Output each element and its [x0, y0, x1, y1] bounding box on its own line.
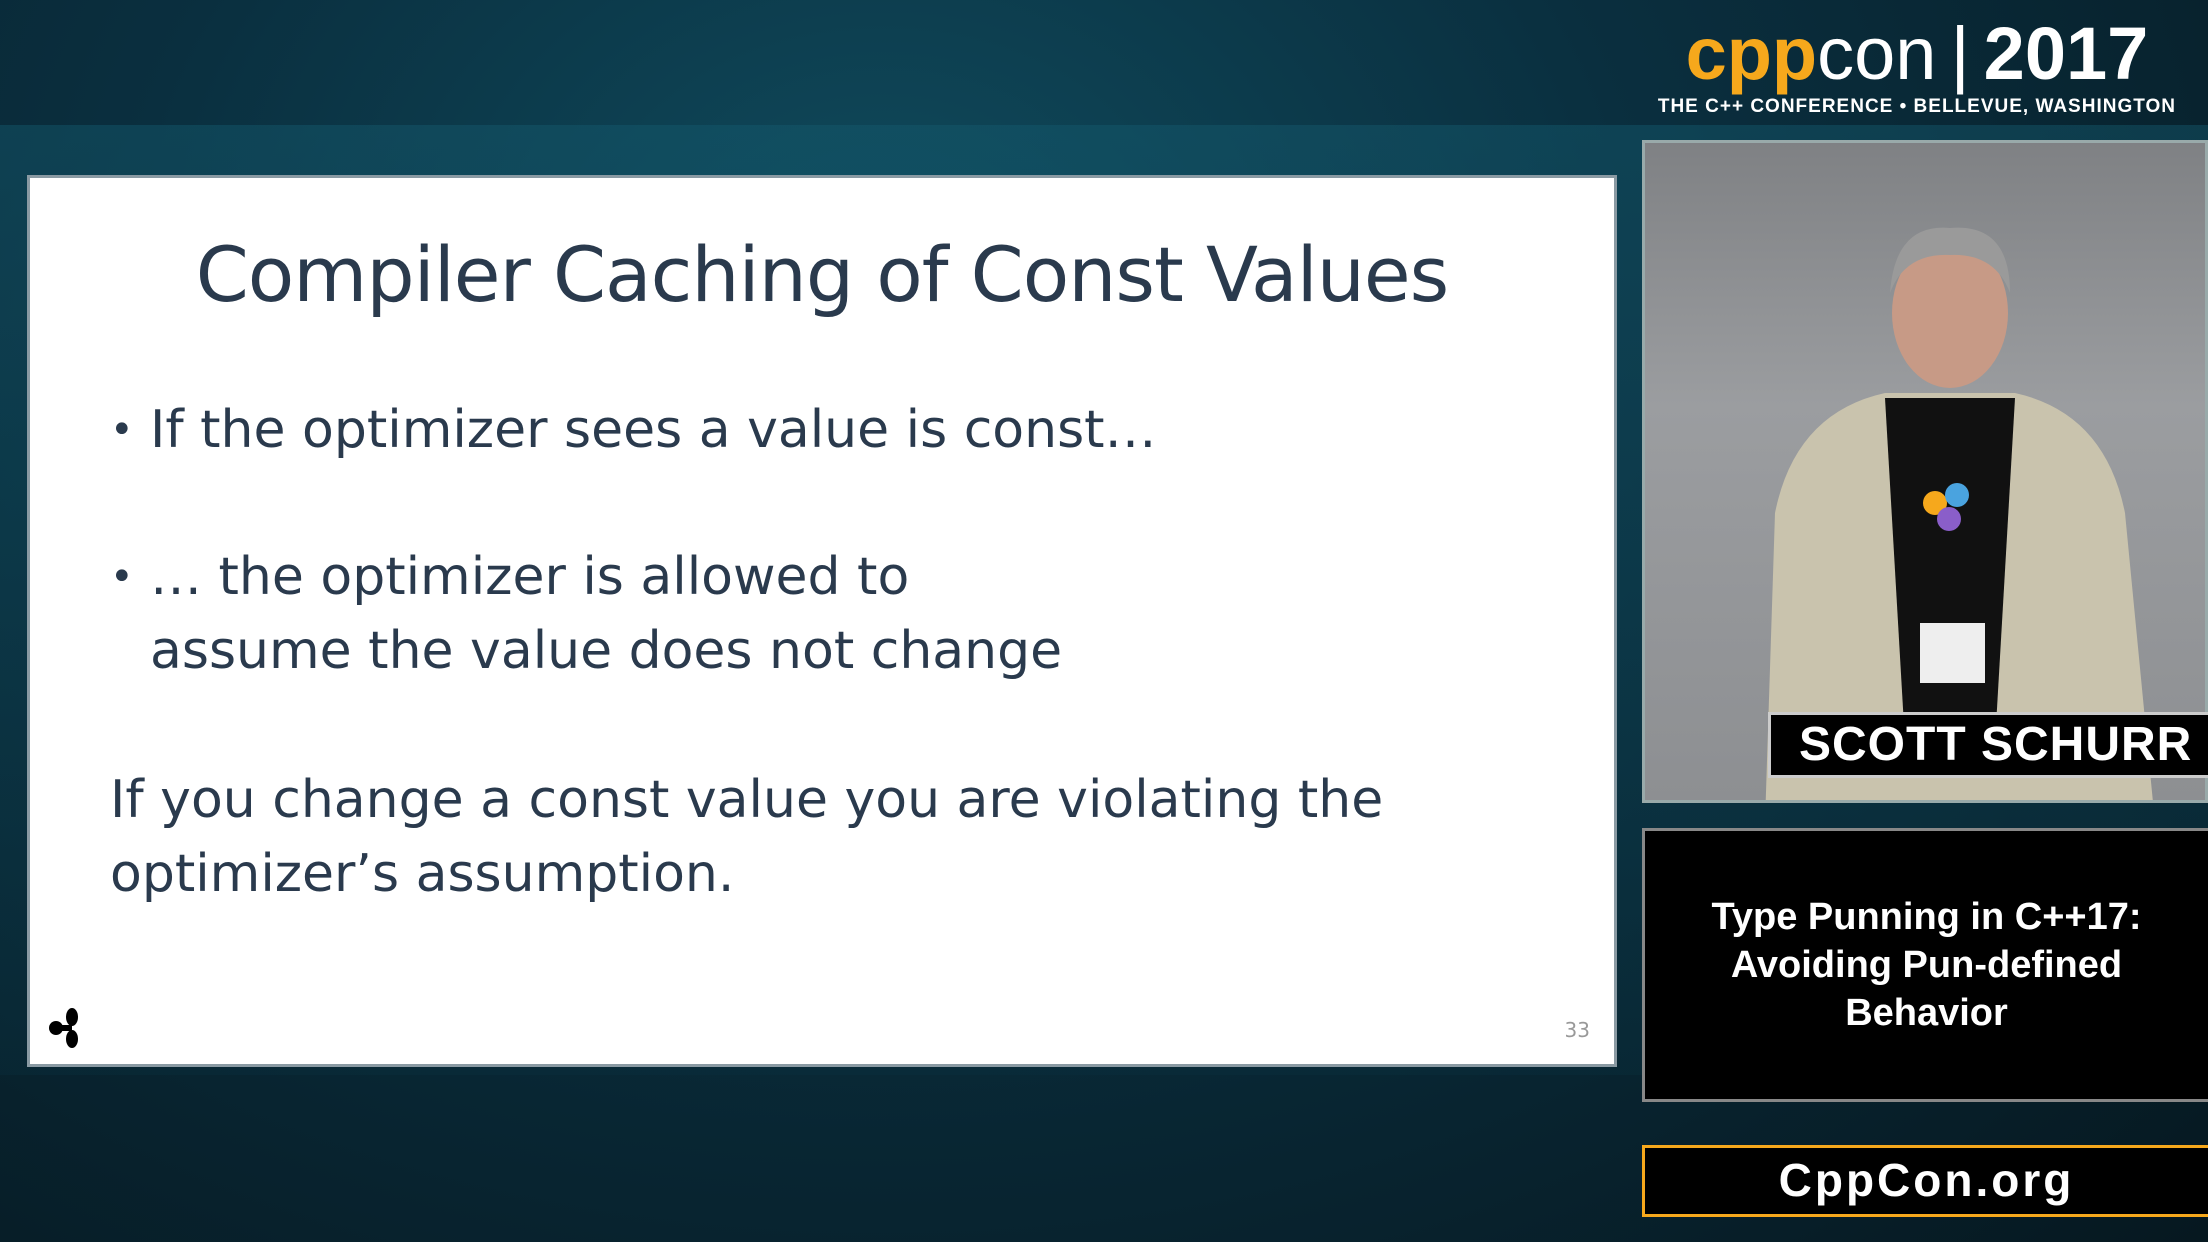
bullet-item: • If the optimizer sees a value is const… — [110, 393, 1510, 467]
speaker-video — [1642, 140, 2208, 803]
logo-year: 2017 — [1983, 12, 2149, 95]
logo-cpp: cpp — [1685, 12, 1818, 95]
bullet-text: … the optimizer is allowed to assume the… — [150, 547, 1063, 681]
bullet-text: If the optimizer sees a value is const… — [150, 400, 1157, 460]
speaker-name: SCOTT SCHURR — [1768, 712, 2208, 778]
logo-con: con — [1817, 12, 1937, 95]
slide-title: Compiler Caching of Const Values — [195, 230, 1450, 319]
bullet-dot: • — [110, 407, 134, 453]
page-number: 33 — [1564, 1018, 1590, 1042]
talk-title: Type Punning in C++17: Avoiding Pun-defi… — [1711, 896, 2142, 1034]
talk-title-box: Type Punning in C++17: Avoiding Pun-defi… — [1642, 828, 2208, 1102]
four-leaf-logo-icon — [49, 1008, 78, 1048]
bullet-dot: • — [110, 554, 134, 600]
cppcon-website: CppCon.org — [1642, 1145, 2208, 1217]
speaker-figure — [1765, 227, 2153, 800]
slide-paragraph: If you change a const value you are viol… — [110, 770, 1384, 904]
presentation-slide: Compiler Caching of Const Values • If the… — [27, 175, 1617, 1067]
bullet-item: • … the optimizer is allowed to assume th… — [110, 540, 1110, 688]
cppcon-logo: cppcon | 2017 THE C++ CONFERENCE • BELLEVU… — [1658, 14, 2176, 118]
logo-tagline: THE C++ CONFERENCE • BELLEVUE, WASHINGTO… — [1657, 96, 2176, 117]
logo-separator: | — [1950, 12, 1970, 95]
